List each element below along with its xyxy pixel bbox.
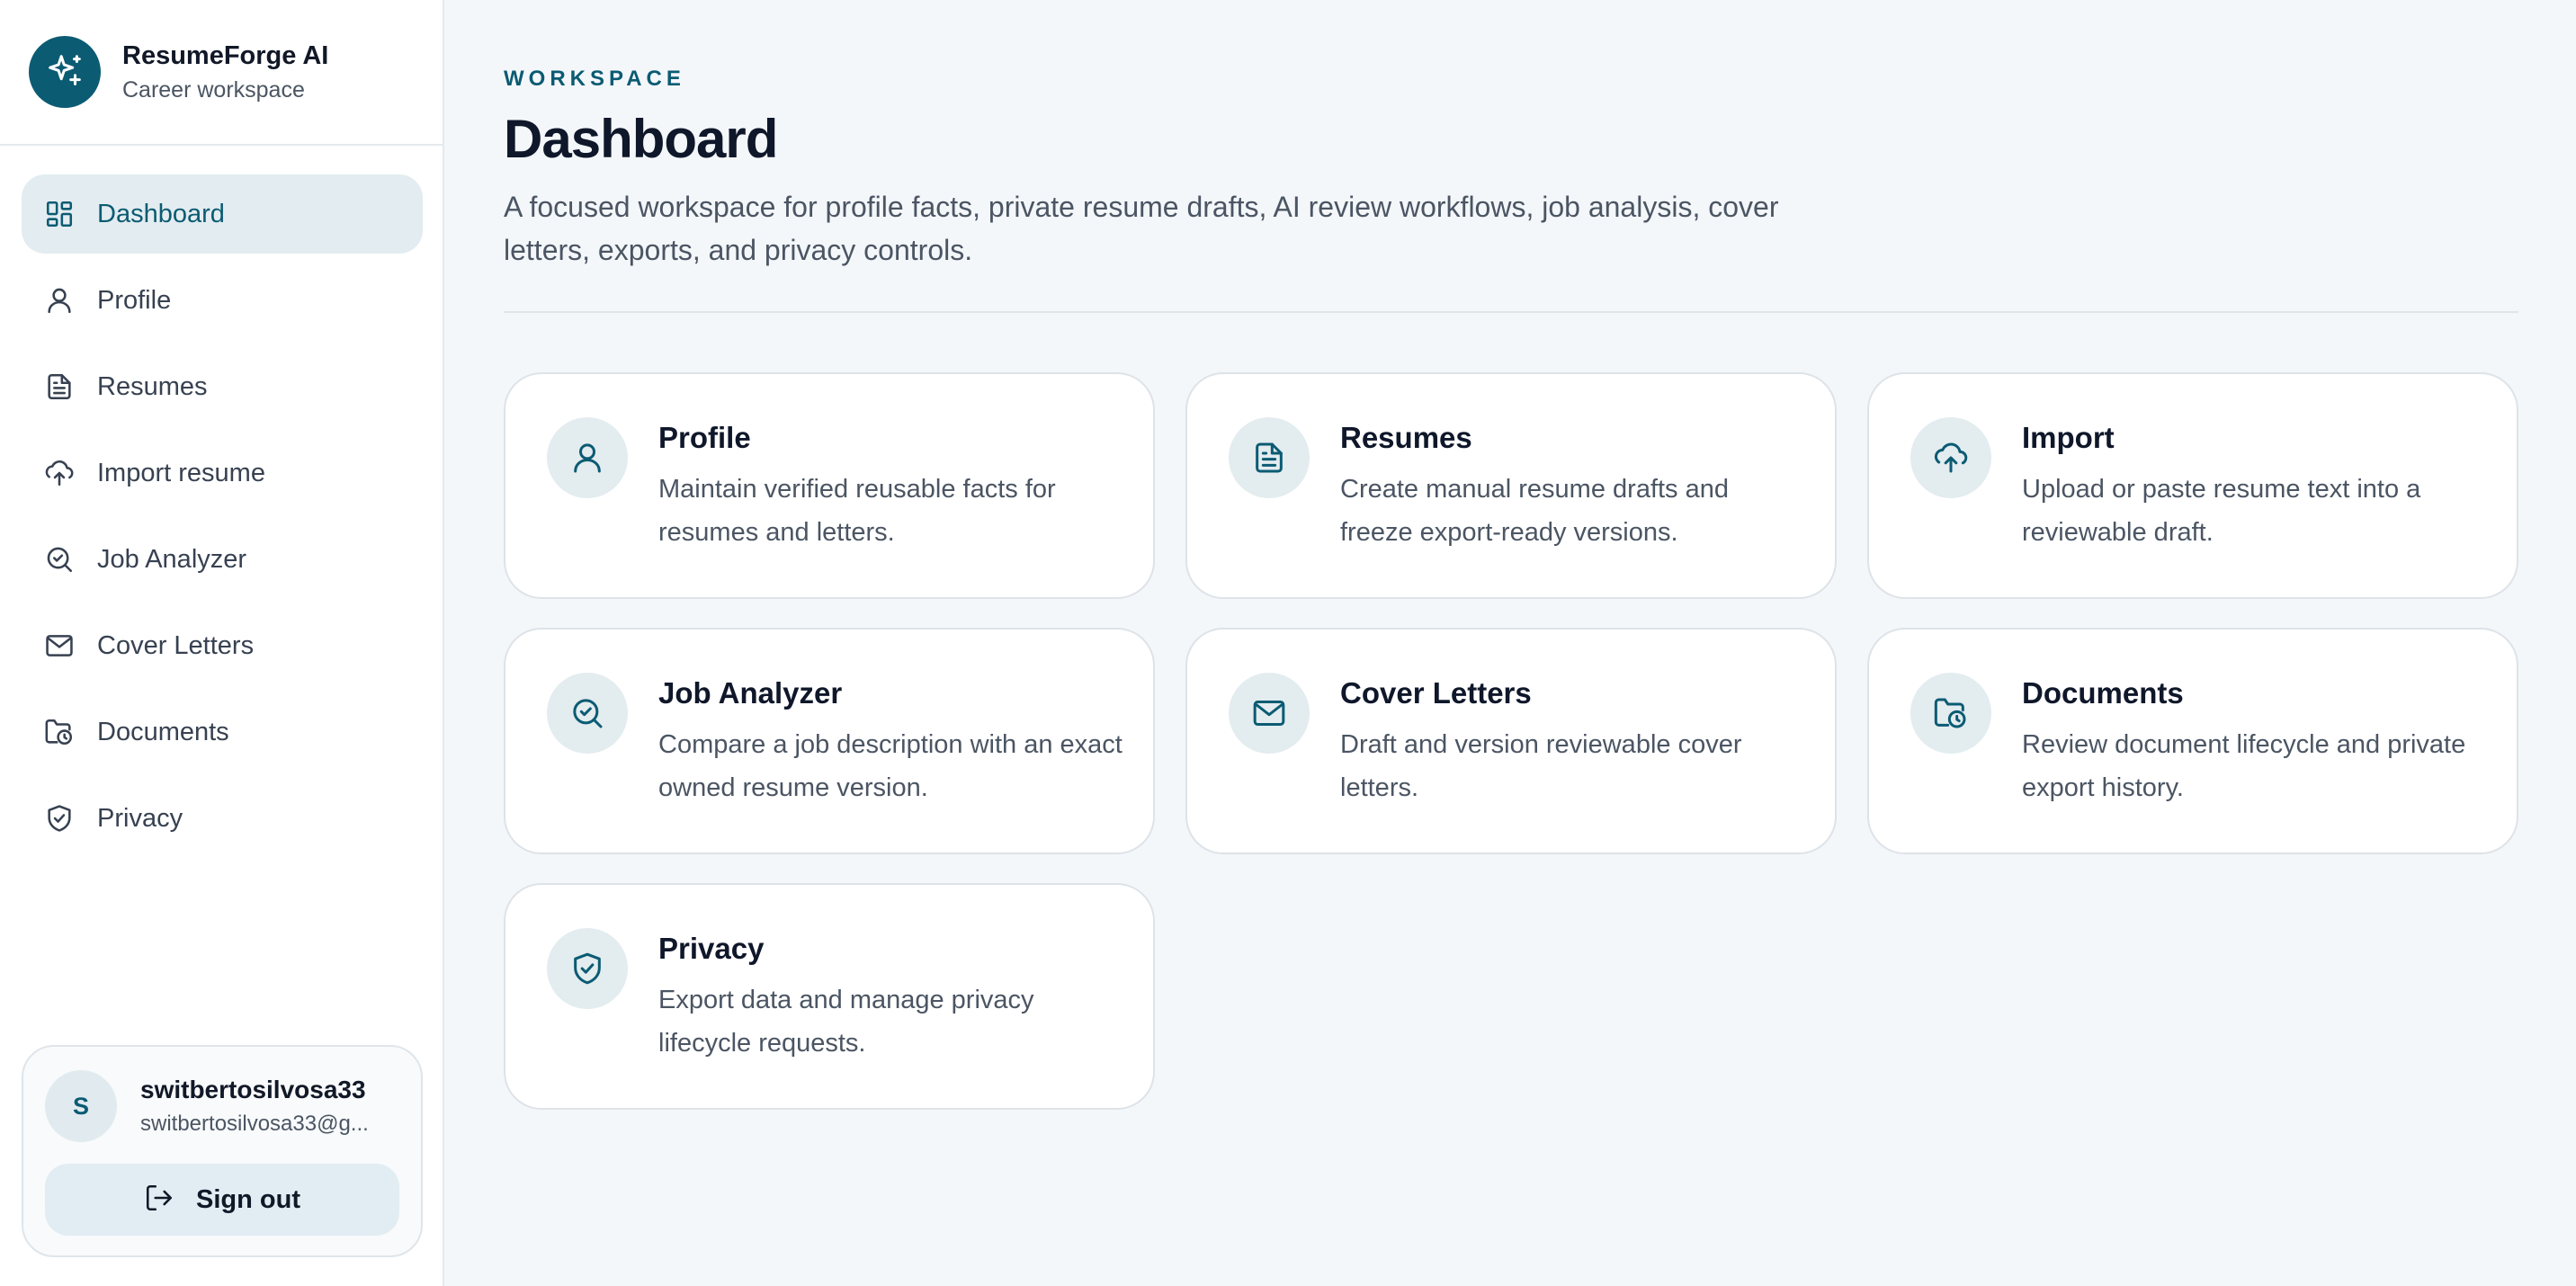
card-privacy[interactable]: Privacy Export data and manage privacy l… [504,883,1155,1110]
card-description: Maintain verified reusable facts for res… [658,475,1056,547]
folder-clock-icon [43,716,76,748]
sidebar-item-cover-letters[interactable]: Cover Letters [22,606,423,685]
card-description: Create manual resume drafts and freeze e… [1340,475,1729,547]
sidebar-item-label: Documents [97,717,229,746]
avatar: S [45,1070,117,1142]
sidebar-item-job-analyzer[interactable]: Job Analyzer [22,520,423,599]
search-check-icon [547,673,628,754]
card-title: Privacy [658,932,765,965]
card-description: Compare a job description with an exact … [658,730,1123,802]
folder-clock-icon [1910,673,1991,754]
cloud-upload-icon [43,457,76,489]
shield-check-icon [43,802,76,835]
user-name: switbertosilvosa33 [140,1076,366,1103]
card-title: Job Analyzer [658,676,843,710]
sidebar: ResumeForge AI Career workspace Dashboar… [0,0,444,1286]
mail-icon [43,630,76,662]
user-card: S switbertosilvosa33 switbertosilvosa33@… [22,1045,423,1257]
brand-header: ResumeForge AI Career workspace [0,0,443,146]
sign-out-button[interactable]: Sign out [45,1164,399,1236]
dashboard-icon [43,198,76,230]
sidebar-item-label: Job Analyzer [97,544,247,574]
card-title: Cover Letters [1340,676,1532,710]
card-profile[interactable]: Profile Maintain verified reusable facts… [504,372,1155,599]
user-icon [43,284,76,317]
sidebar-item-import-resume[interactable]: Import resume [22,433,423,513]
log-out-icon [144,1183,174,1218]
file-text-icon [1229,417,1310,498]
sidebar-item-label: Privacy [97,803,183,833]
brand-subtitle: Career workspace [122,77,305,103]
mail-icon [1229,673,1310,754]
shield-check-icon [547,928,628,1009]
sign-out-label: Sign out [196,1184,300,1214]
card-import[interactable]: Import Upload or paste resume text into … [1867,372,2518,599]
sidebar-item-resumes[interactable]: Resumes [22,347,423,426]
page-description: A focused workspace for profile facts, p… [504,191,1779,266]
sidebar-item-dashboard[interactable]: Dashboard [22,174,423,254]
sparkles-icon [29,36,101,108]
brand-title: ResumeForge AI [122,41,329,70]
search-check-icon [43,543,76,576]
card-description: Draft and version reviewable cover lette… [1340,730,1742,802]
sidebar-item-label: Dashboard [97,199,225,228]
sidebar-nav: Dashboard Profile Resumes Import resume … [22,174,423,865]
card-title: Profile [658,421,751,454]
user-icon [547,417,628,498]
user-email: switbertosilvosa33@g... [140,1112,369,1136]
card-cover-letters[interactable]: Cover Letters Draft and version reviewab… [1185,628,1837,854]
card-title: Import [2022,421,2115,454]
card-resumes[interactable]: Resumes Create manual resume drafts and … [1185,372,1837,599]
sidebar-item-privacy[interactable]: Privacy [22,779,423,858]
card-job-analyzer[interactable]: Job Analyzer Compare a job description w… [504,628,1155,854]
sidebar-item-label: Resumes [97,371,208,401]
card-description: Upload or paste resume text into a revie… [2022,475,2421,547]
sidebar-item-label: Cover Letters [97,630,255,660]
sidebar-item-label: Profile [97,285,172,315]
sidebar-item-profile[interactable]: Profile [22,261,423,340]
sidebar-item-label: Import resume [97,458,265,487]
card-description: Review document lifecycle and private ex… [2022,730,2466,802]
page-title: Dashboard [504,109,778,169]
card-documents[interactable]: Documents Review document lifecycle and … [1867,628,2518,854]
section-eyebrow: WORKSPACE [504,67,685,91]
divider [504,311,2518,313]
card-description: Export data and manage privacy lifecycle… [658,986,1034,1058]
sidebar-item-documents[interactable]: Documents [22,692,423,772]
card-title: Resumes [1340,421,1472,454]
card-title: Documents [2022,676,2184,710]
file-text-icon [43,371,76,403]
cloud-upload-icon [1910,417,1991,498]
